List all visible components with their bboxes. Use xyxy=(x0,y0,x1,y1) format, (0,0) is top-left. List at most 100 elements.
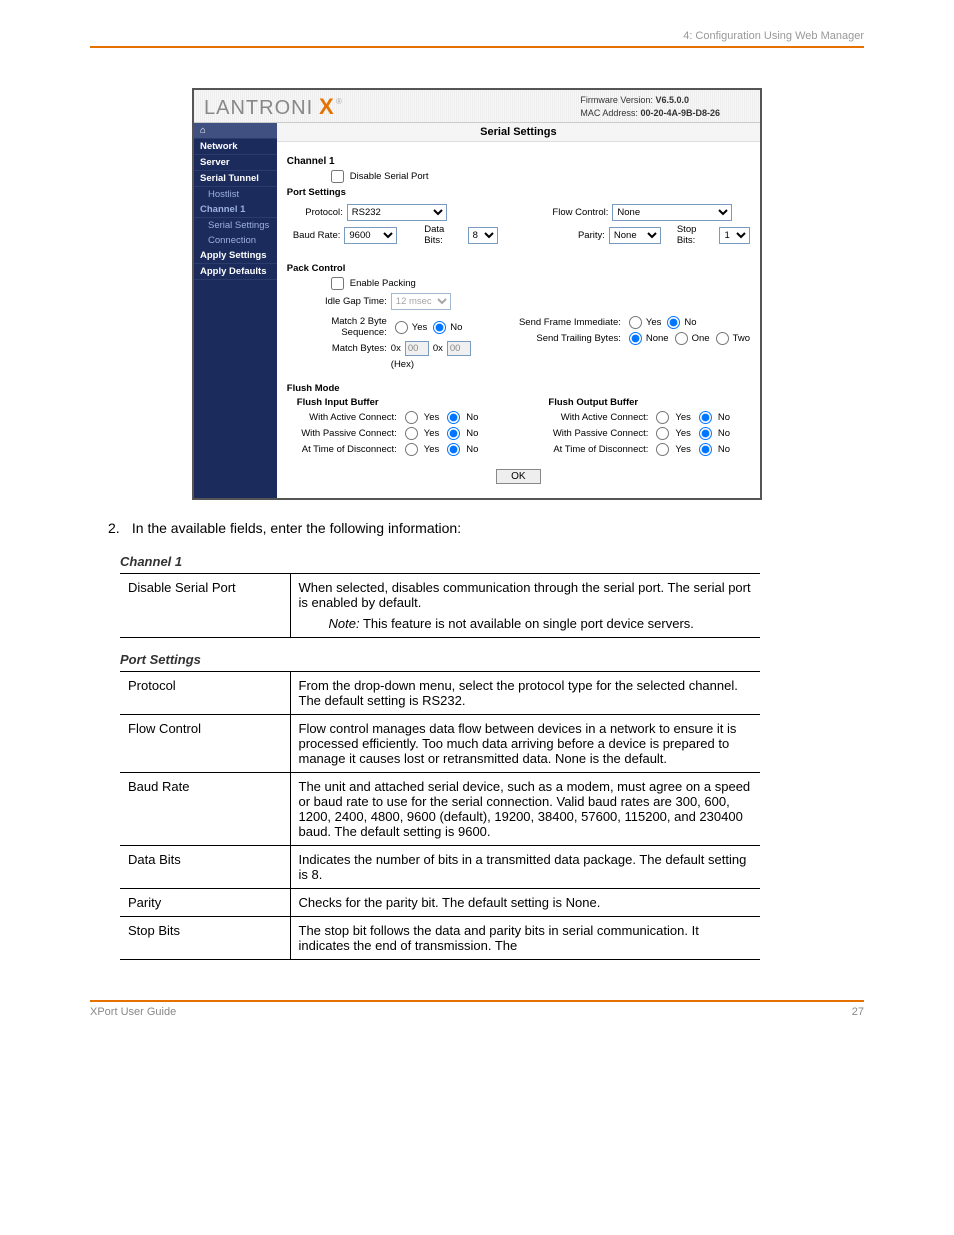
databits-label: Data Bits: xyxy=(424,224,463,246)
flow-label: Flow Control: xyxy=(538,207,608,218)
trailing-one-radio[interactable] xyxy=(675,332,688,345)
flow-select[interactable]: None xyxy=(612,204,732,221)
yes-label: Yes xyxy=(424,428,440,439)
table-channel1: Disable Serial Port When selected, disab… xyxy=(120,573,760,638)
idle-gap-select[interactable]: 12 msec xyxy=(391,293,451,310)
lantronix-logo: LANTRONI X ® xyxy=(204,94,364,120)
in-active-no[interactable] xyxy=(447,411,460,424)
flush-output-heading: Flush Output Buffer xyxy=(538,397,750,408)
table-row: ParityChecks for the parity bit. The def… xyxy=(120,889,760,917)
footer: XPort User Guide 27 xyxy=(90,1006,864,1018)
table-row: Stop BitsThe stop bit follows the data a… xyxy=(120,917,760,960)
out-disc-yes[interactable] xyxy=(656,443,669,456)
cell-right: Checks for the parity bit. The default s… xyxy=(290,889,760,917)
svg-text:X: X xyxy=(319,94,334,119)
cell-right: Flow control manages data flow between d… xyxy=(290,715,760,773)
yes-label: Yes xyxy=(646,317,662,328)
match2-no-radio[interactable] xyxy=(433,321,446,334)
sidebar-item-server[interactable]: Server xyxy=(194,155,277,171)
table1-caption: Channel 1 xyxy=(120,554,864,569)
no-label: No xyxy=(450,322,462,333)
footer-rule xyxy=(90,1000,864,1002)
no-label: No xyxy=(718,412,730,423)
yes-label: Yes xyxy=(412,322,428,333)
instruction-step: 2. In the available fields, enter the fo… xyxy=(108,520,864,536)
out-active-yes[interactable] xyxy=(656,411,669,424)
sidebar-item-apply-defaults[interactable]: Apply Defaults xyxy=(194,264,277,280)
stopbits-select[interactable]: 1 xyxy=(719,227,750,244)
channel-heading: Channel 1 xyxy=(287,156,750,167)
in-active-yes[interactable] xyxy=(405,411,418,424)
yes-label: Yes xyxy=(675,444,691,455)
table-port-settings: ProtocolFrom the drop-down menu, select … xyxy=(120,671,760,960)
page-title: Serial Settings xyxy=(277,123,760,142)
match2-label: Match 2 Byte Sequence: xyxy=(287,316,387,338)
sidebar-item-channel1[interactable]: Channel 1 xyxy=(194,202,277,218)
port-settings-heading: Port Settings xyxy=(287,187,750,198)
idle-gap-label: Idle Gap Time: xyxy=(287,296,387,307)
in-passive-yes[interactable] xyxy=(405,427,418,440)
screenshot-app-window: LANTRONI X ® Firmware Version: V6.5.0.0 … xyxy=(192,88,762,500)
send-frame-no-radio[interactable] xyxy=(667,316,680,329)
table-row: ProtocolFrom the drop-down menu, select … xyxy=(120,672,760,715)
send-frame-label: Send Frame Immediate: xyxy=(511,317,621,328)
trailing-none-radio[interactable] xyxy=(629,332,642,345)
sidebar-item-network[interactable]: Network xyxy=(194,139,277,155)
in-passive-no[interactable] xyxy=(447,427,460,440)
sidebar-item-serial-settings[interactable]: Serial Settings xyxy=(194,218,277,233)
no-label: No xyxy=(684,317,696,328)
send-frame-yes-radio[interactable] xyxy=(629,316,642,329)
mac-address: 00-20-4A-9B-D8-26 xyxy=(640,108,720,118)
footer-right: 27 xyxy=(852,1006,864,1018)
stopbits-label: Stop Bits: xyxy=(677,224,716,246)
table-row: Baud RateThe unit and attached serial de… xyxy=(120,773,760,846)
match-byte2-input[interactable] xyxy=(447,341,471,356)
match-byte1-input[interactable] xyxy=(405,341,429,356)
cell-left: Baud Rate xyxy=(120,773,290,846)
yes-label: Yes xyxy=(675,412,691,423)
home-icon[interactable]: ⌂ xyxy=(194,123,277,139)
no-label: No xyxy=(718,428,730,439)
out-passive-yes[interactable] xyxy=(656,427,669,440)
header-text: 4: Configuration Using Web Manager xyxy=(90,30,864,46)
parity-select[interactable]: None xyxy=(609,227,661,244)
databits-select[interactable]: 8 xyxy=(468,227,499,244)
cell-left: Protocol xyxy=(120,672,290,715)
step-text: In the available fields, enter the follo… xyxy=(132,520,461,536)
send-trailing-label: Send Trailing Bytes: xyxy=(511,333,621,344)
trailing-two-radio[interactable] xyxy=(716,332,729,345)
in-disconnect-label: At Time of Disconnect: xyxy=(287,444,397,455)
hex-prefix: 0x xyxy=(433,343,443,354)
ok-button[interactable]: OK xyxy=(496,469,540,484)
sidebar-item-apply-settings[interactable]: Apply Settings xyxy=(194,248,277,264)
step-number: 2. xyxy=(108,520,128,536)
cell-right: When selected, disables communication th… xyxy=(290,574,760,638)
out-active-label: With Active Connect: xyxy=(538,412,648,423)
cell-left: Flow Control xyxy=(120,715,290,773)
cell-right: Indicates the number of bits in a transm… xyxy=(290,846,760,889)
sidebar-item-hostlist[interactable]: Hostlist xyxy=(194,187,277,202)
parity-label: Parity: xyxy=(538,230,605,241)
out-disc-no[interactable] xyxy=(699,443,712,456)
enable-packing-checkbox[interactable] xyxy=(331,277,344,290)
hex-hint: (Hex) xyxy=(391,359,414,370)
match2-yes-radio[interactable] xyxy=(395,321,408,334)
in-disc-yes[interactable] xyxy=(405,443,418,456)
protocol-label: Protocol: xyxy=(287,207,343,218)
out-active-no[interactable] xyxy=(699,411,712,424)
baud-select[interactable]: 9600 xyxy=(344,227,397,244)
protocol-select[interactable]: RS232 xyxy=(347,204,447,221)
pack-control-heading: Pack Control xyxy=(287,263,750,274)
opt-none: None xyxy=(646,333,669,344)
no-label: No xyxy=(466,428,478,439)
svg-text:®: ® xyxy=(336,97,342,106)
sidebar-item-serial-tunnel[interactable]: Serial Tunnel xyxy=(194,171,277,187)
footer-left: XPort User Guide xyxy=(90,1006,176,1018)
in-disc-no[interactable] xyxy=(447,443,460,456)
main-pane: Serial Settings Channel 1 Disable Serial… xyxy=(277,123,760,498)
cell-left: Stop Bits xyxy=(120,917,290,960)
out-passive-no[interactable] xyxy=(699,427,712,440)
disable-serial-port-checkbox[interactable] xyxy=(331,170,344,183)
sidebar-item-connection[interactable]: Connection xyxy=(194,233,277,248)
out-disconnect-label: At Time of Disconnect: xyxy=(538,444,648,455)
